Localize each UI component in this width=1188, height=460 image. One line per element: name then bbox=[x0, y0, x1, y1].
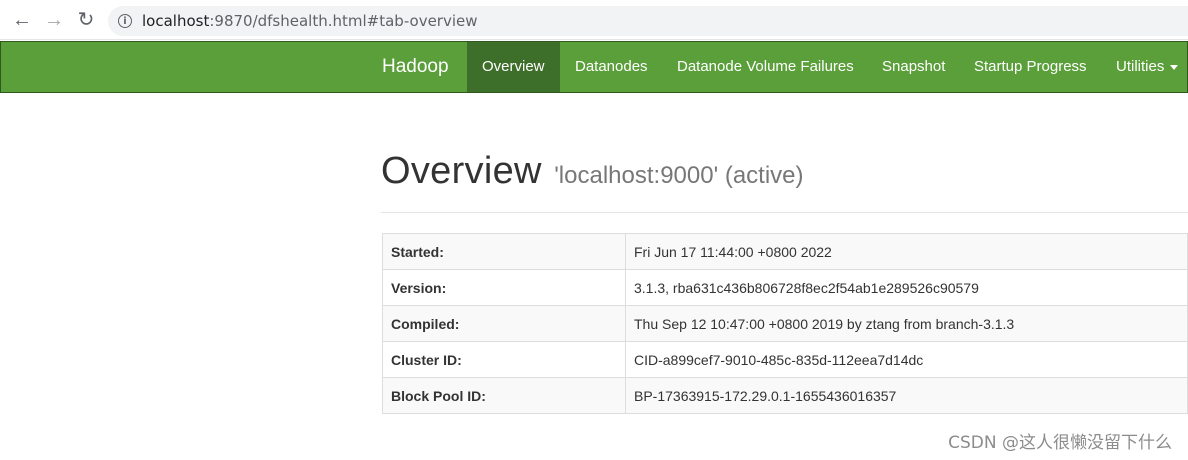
row-value: Thu Sep 12 10:47:00 +0800 2019 by ztang … bbox=[625, 305, 1188, 342]
nav-tab-overview[interactable]: Overview bbox=[467, 42, 560, 92]
table-row: Block Pool ID: BP-17363915-172.29.0.1-16… bbox=[382, 377, 1188, 414]
table-row: Cluster ID: CID-a899cef7-9010-485c-835d-… bbox=[382, 341, 1188, 378]
row-label: Block Pool ID: bbox=[382, 377, 626, 414]
back-arrow-icon[interactable]: ← bbox=[10, 8, 34, 32]
nav-tab-label: Datanode Volume Failures bbox=[677, 58, 854, 75]
browser-toolbar: ← → ↻ i localhost:9870/dfshealth.html#ta… bbox=[0, 0, 1188, 40]
reload-icon[interactable]: ↻ bbox=[74, 8, 98, 32]
page-subtitle: 'localhost:9000' (active) bbox=[554, 162, 804, 189]
nav-tab-snapshot[interactable]: Snapshot bbox=[867, 42, 960, 92]
table-row: Compiled: Thu Sep 12 10:47:00 +0800 2019… bbox=[382, 305, 1188, 342]
nav-tab-datanode-volume-failures[interactable]: Datanode Volume Failures bbox=[662, 42, 869, 92]
nav-tab-label: Snapshot bbox=[882, 58, 946, 75]
table-row: Version: 3.1.3, rba631c436b806728f8ec2f5… bbox=[382, 269, 1188, 306]
nav-tab-label: Utilities bbox=[1116, 58, 1165, 75]
caret-down-icon bbox=[1170, 64, 1179, 70]
nav-tab-label: Datanodes bbox=[575, 58, 648, 75]
row-value: CID-a899cef7-9010-485c-835d-112eea7d14dc bbox=[625, 341, 1188, 378]
overview-table: Started: Fri Jun 17 11:44:00 +0800 2022 … bbox=[382, 233, 1188, 414]
row-value: Fri Jun 17 11:44:00 +0800 2022 bbox=[625, 233, 1188, 270]
row-value: BP-17363915-172.29.0.1-1655436016357 bbox=[625, 377, 1188, 414]
navbar-brand[interactable]: Hadoop bbox=[382, 42, 449, 92]
row-label: Cluster ID: bbox=[382, 341, 626, 378]
info-icon[interactable]: i bbox=[118, 14, 132, 28]
hadoop-navbar: Hadoop Overview Datanodes Datanode Volum… bbox=[0, 41, 1188, 93]
address-bar[interactable]: i localhost:9870/dfshealth.html#tab-over… bbox=[108, 6, 1188, 36]
forward-arrow-icon[interactable]: → bbox=[42, 8, 66, 32]
row-label: Compiled: bbox=[382, 305, 626, 342]
url-path: :9870/dfshealth.html#tab-overview bbox=[209, 12, 478, 30]
row-label: Version: bbox=[382, 269, 626, 306]
row-value: 3.1.3, rba631c436b806728f8ec2f54ab1e2895… bbox=[625, 269, 1188, 306]
nav-tab-label: Startup Progress bbox=[974, 58, 1087, 75]
url-host: localhost bbox=[142, 12, 210, 30]
row-label: Started: bbox=[382, 233, 626, 270]
page-title: Overview bbox=[381, 150, 542, 192]
watermark: CSDN @这人很懒没留下什么 bbox=[948, 433, 1172, 453]
nav-tab-startup-progress[interactable]: Startup Progress bbox=[959, 42, 1102, 92]
nav-tab-datanodes[interactable]: Datanodes bbox=[560, 42, 663, 92]
url-text[interactable]: localhost:9870/dfshealth.html#tab-overvi… bbox=[142, 12, 478, 30]
page-header: Overview 'localhost:9000' (active) bbox=[381, 150, 1188, 213]
nav-tab-utilities[interactable]: Utilities bbox=[1101, 42, 1188, 92]
table-row: Started: Fri Jun 17 11:44:00 +0800 2022 bbox=[382, 233, 1188, 270]
nav-tab-label: Overview bbox=[482, 58, 545, 75]
